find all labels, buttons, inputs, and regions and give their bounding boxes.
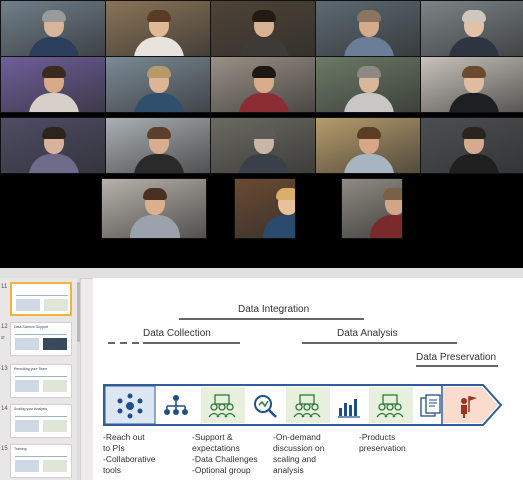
slide-thumbnail[interactable]: Data Science Support	[10, 322, 72, 356]
slide-number: 14	[1, 406, 8, 412]
slide-thumbnail-row[interactable]: 14 Scaling your Analysis	[0, 404, 80, 440]
team-icon	[203, 388, 241, 424]
thumbnail-line	[15, 416, 67, 417]
stage-data-preservation: Data Preservation	[416, 352, 497, 363]
preservation-bar	[416, 365, 498, 367]
bullet-text: to PIs	[103, 443, 125, 453]
participant-video-tile[interactable]	[420, 0, 523, 57]
participant-video-tile[interactable]	[234, 178, 296, 239]
slide-thumbnail-panel[interactable]: 11 12 ⌀ Data Science Support 13 Recruiti…	[0, 278, 81, 480]
flag-person-icon	[448, 388, 486, 424]
bullet-text: analysis	[273, 465, 304, 475]
slide-thumbnail-row[interactable]: 12 ⌀ Data Science Support	[0, 322, 80, 358]
slide-thumbnail-title: Scaling your Analysis	[14, 407, 48, 411]
collection-dash	[120, 342, 127, 344]
thumbnail-block	[43, 338, 67, 350]
participant-video-tile[interactable]	[341, 178, 403, 239]
slide-thumbnail[interactable]: Training	[10, 444, 72, 478]
thumbnail-line	[15, 456, 67, 457]
participant-video-tile[interactable]	[0, 56, 106, 113]
participant-video-tile[interactable]	[0, 0, 106, 57]
bullet-text: -Reach out	[103, 432, 145, 442]
team-icon	[288, 388, 326, 424]
slide-thumbnail[interactable]: Recruiting your Team	[10, 364, 72, 398]
collection-bar	[143, 342, 240, 344]
participant-video-tile[interactable]	[210, 117, 316, 174]
video-gallery	[0, 0, 523, 268]
participant-video-tile[interactable]	[210, 0, 316, 57]
process-chevron	[103, 384, 503, 426]
bar-chart-icon	[330, 388, 368, 424]
thumbnail-block	[43, 380, 67, 392]
integration-bar	[179, 318, 364, 320]
thumbnail-block	[15, 380, 39, 392]
thumbnail-line	[16, 295, 68, 296]
slide-thumbnail-row[interactable]: 13 Recruiting your Team	[0, 364, 80, 400]
thumbnail-block	[44, 299, 68, 311]
thumbnail-scrollbar-thumb[interactable]	[77, 282, 80, 342]
slide-thumbnail[interactable]: Scaling your Analysis	[10, 404, 72, 438]
slide-thumbnail[interactable]	[10, 282, 72, 316]
comment-icon: ⌀	[1, 335, 5, 341]
bullet-text: -Collaborative	[103, 454, 156, 464]
thumbnail-block	[43, 420, 67, 432]
slide-thumbnail-title: Data Science Support	[14, 325, 49, 329]
slide-thumbnail-title: Training	[14, 447, 27, 451]
bullet-text: preservation	[359, 443, 406, 453]
slide-thumbnail-row[interactable]: 11	[0, 282, 80, 318]
bullet-text: -On-demand	[273, 432, 321, 442]
thumbnail-block	[15, 420, 39, 432]
participant-video-tile[interactable]	[101, 178, 207, 239]
participant-video-tile[interactable]	[420, 56, 523, 113]
participant-video-tile[interactable]	[210, 56, 316, 113]
slide-number: 12	[1, 324, 8, 330]
stage-data-analysis: Data Analysis	[337, 328, 398, 339]
participant-video-tile[interactable]	[315, 56, 421, 113]
participant-video-tile[interactable]	[315, 0, 421, 57]
documents-icon	[412, 388, 450, 424]
participant-video-tile[interactable]	[105, 0, 211, 57]
slide-number: 11	[1, 284, 8, 290]
bullet-text: -Support &	[192, 432, 233, 442]
thumbnail-line	[15, 376, 67, 377]
bullet-text: -Products	[359, 432, 396, 442]
participant-video-tile[interactable]	[105, 56, 211, 113]
thumbnail-block	[15, 460, 39, 472]
magnify-icon	[246, 388, 284, 424]
presentation-window: 11 12 ⌀ Data Science Support 13 Recruiti…	[0, 268, 523, 480]
bullet-text: scaling and	[273, 454, 317, 464]
collection-dash	[132, 342, 139, 344]
slide-canvas[interactable]: Data Integration Data Collection Data An…	[93, 278, 523, 480]
analysis-bar	[302, 342, 457, 344]
team-icon	[371, 388, 409, 424]
bullet-text: -Data Challenges	[192, 454, 258, 464]
thumbnail-block	[43, 460, 67, 472]
participant-video-tile[interactable]	[0, 117, 106, 174]
slide-thumbnail-row[interactable]: 15 Training	[0, 444, 80, 480]
stage-data-integration: Data Integration	[238, 304, 310, 315]
network-icon	[111, 388, 149, 424]
participant-video-tile[interactable]	[105, 117, 211, 174]
bullet-text: -Optional group	[192, 465, 251, 475]
slide-thumbnail-title: Recruiting your Team	[14, 367, 48, 371]
participant-video-tile[interactable]	[315, 117, 421, 174]
thumbnail-block	[16, 299, 40, 311]
bullet-text: tools	[103, 465, 121, 475]
participant-video-tile[interactable]	[420, 117, 523, 174]
thumbnail-line	[15, 334, 67, 335]
collection-dash	[108, 342, 115, 344]
thumbnail-block	[15, 338, 39, 350]
slide-number: 13	[1, 366, 8, 372]
slide-number: 15	[1, 446, 8, 452]
bullet-text: expectations	[192, 443, 240, 453]
stage-data-collection: Data Collection	[143, 328, 211, 339]
bullet-text: discussion on	[273, 443, 325, 453]
org-chart-icon	[157, 388, 195, 424]
